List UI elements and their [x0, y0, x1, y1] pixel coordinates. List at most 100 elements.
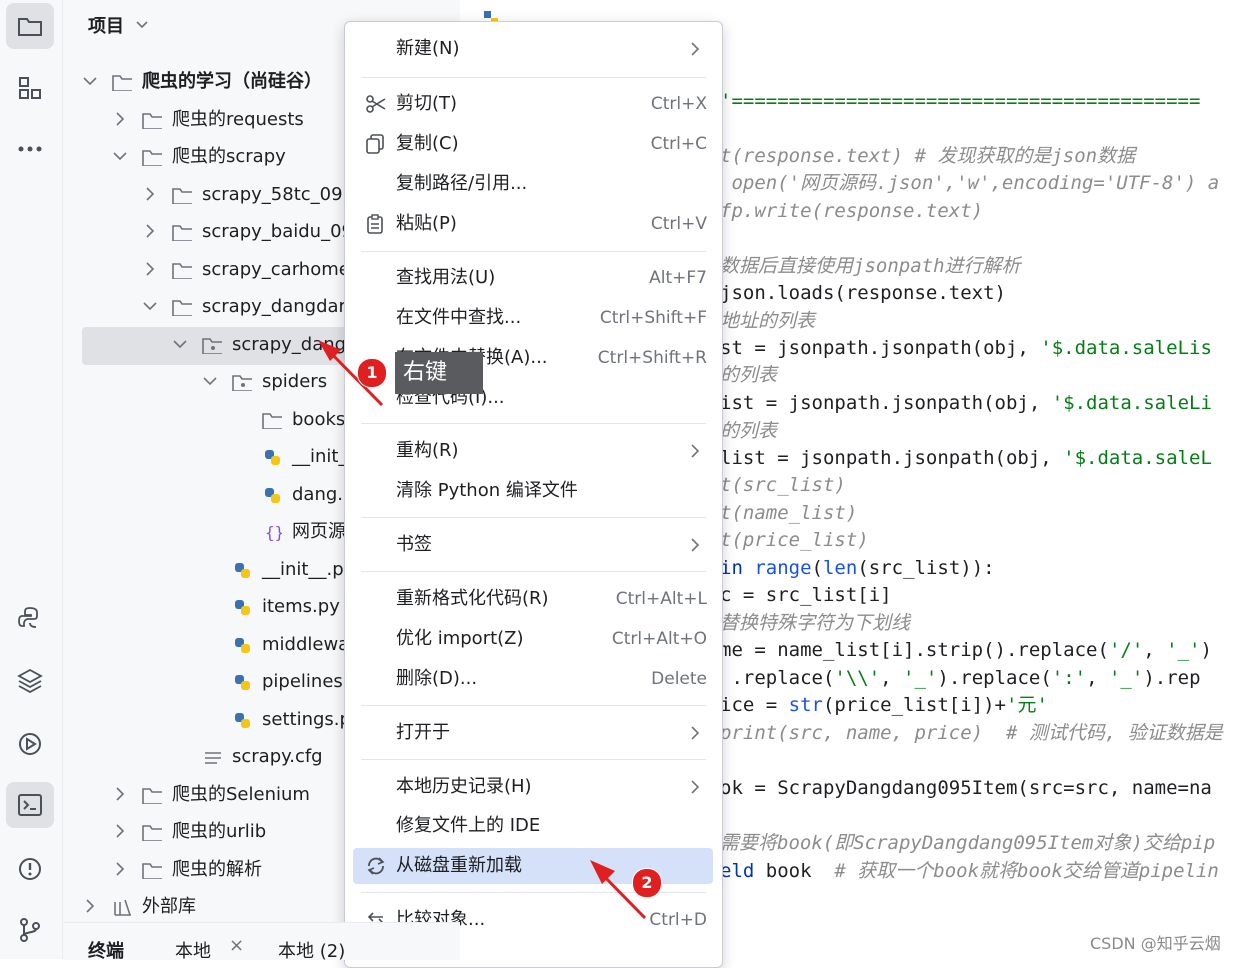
menu-item[interactable]: 复制(C) Ctrl+C — [353, 126, 713, 162]
folder-icon — [112, 75, 132, 91]
chevron-down-icon[interactable] — [112, 139, 128, 175]
structure-tool-button[interactable] — [6, 65, 54, 111]
chevron-down-icon[interactable] — [82, 64, 98, 100]
tree-node-label: 爬虫的urlib — [172, 821, 267, 842]
code-line: 需要将book(即ScrapyDangdang095Item对象)交给pip — [720, 832, 1216, 854]
menu-item-shortcut: Ctrl+Shift+R — [597, 348, 707, 368]
chevron-right-icon[interactable] — [112, 777, 128, 813]
menu-item[interactable]: 粘贴(P) Ctrl+V — [353, 206, 713, 242]
menu-item-label: 清除 Python 编译文件 — [396, 480, 578, 501]
menu-item[interactable]: 删除(D)... Delete — [353, 661, 713, 697]
menu-item[interactable]: 优化 import(Z) Ctrl+Alt+O — [353, 621, 713, 657]
terminal-tab-local-2[interactable]: 本地 (2) — [278, 937, 345, 963]
submenu-arrow-icon — [691, 538, 700, 552]
project-panel-title[interactable]: 项目 — [88, 12, 124, 38]
code-line: 数据后直接使用jsonpath进行解析 — [720, 255, 1021, 277]
problems-tool-button[interactable] — [6, 846, 54, 892]
chevron-down-icon[interactable] — [202, 364, 218, 400]
tree-node-label: 网页源 — [292, 521, 346, 542]
tree-node-label: scrapy_carhome — [202, 259, 350, 280]
python-file-icon — [235, 638, 250, 653]
tree-node-label: 爬虫的requests — [172, 109, 304, 130]
code-line: ice = str(price_list[i])+'元' — [720, 694, 1048, 716]
menu-item-shortcut: Ctrl+Alt+O — [611, 629, 707, 649]
chevron-right-icon[interactable] — [142, 252, 158, 288]
tree-node-label: spiders — [262, 371, 328, 392]
config-file-icon — [205, 752, 221, 764]
structure-icon — [19, 77, 41, 99]
menu-separator — [361, 759, 706, 760]
tree-node-label: __init_ — [292, 446, 348, 467]
folder-icon — [172, 300, 192, 316]
chevron-right-icon[interactable] — [112, 814, 128, 850]
project-tool-button[interactable] — [6, 3, 54, 49]
menu-separator — [361, 423, 706, 424]
menu-item-label: 粘贴(P) — [396, 213, 457, 234]
services-tool-button[interactable] — [6, 721, 54, 767]
python-file-icon — [235, 563, 250, 578]
menu-item[interactable]: 打开于 — [353, 715, 713, 751]
tree-node-label: scrapy_dang — [232, 334, 347, 355]
tree-node-label: scrapy.cfg — [232, 746, 323, 767]
tree-node-label: books — [292, 409, 346, 430]
chevron-right-icon[interactable] — [142, 177, 158, 213]
menu-item-label: 打开于 — [396, 722, 450, 743]
chevron-down-icon[interactable] — [142, 289, 158, 325]
menu-item[interactable]: 重新格式化代码(R) Ctrl+Alt+L — [353, 581, 713, 617]
menu-item-shortcut: Ctrl+Alt+L — [615, 589, 707, 609]
tree-node-label: 爬虫的学习（尚硅谷） — [142, 71, 322, 92]
code-line: in range(len(src_list)): — [720, 557, 995, 579]
menu-item[interactable]: 重构(R) — [353, 433, 713, 469]
chevron-down-icon[interactable] — [172, 327, 188, 363]
terminal-tool-button[interactable] — [6, 782, 54, 828]
copy-icon — [366, 134, 384, 154]
tree-node-label: __init__.py — [262, 559, 355, 580]
code-line: eld book # 获取一个book就将book交给管道pipelin — [720, 860, 1219, 882]
menu-item[interactable]: 本地历史记录(H) — [353, 769, 713, 805]
code-line: ist = jsonpath.jsonpath(obj, '$.data.sal… — [720, 392, 1212, 414]
close-tab-icon[interactable]: × — [229, 935, 244, 956]
chevron-right-icon[interactable] — [142, 214, 158, 250]
menu-item[interactable]: 查找用法(U) Alt+F7 — [353, 260, 713, 296]
menu-item-shortcut: Ctrl+X — [650, 94, 707, 114]
menu-item-label: 修复文件上的 IDE — [396, 815, 541, 836]
git-branch-icon — [20, 918, 40, 942]
python-file-icon — [265, 450, 280, 465]
code-line: ok = ScrapyDangdang095Item(src=src, name… — [720, 777, 1212, 799]
paste-icon — [367, 214, 383, 234]
folder-icon — [172, 263, 192, 279]
step-2-badge: 2 — [632, 868, 662, 898]
menu-item-shortcut: Ctrl+C — [650, 134, 707, 154]
menu-item[interactable]: 在文件中查找... Ctrl+Shift+F — [353, 300, 713, 336]
menu-separator — [361, 251, 706, 252]
menu-item[interactable]: 书签 — [353, 527, 713, 563]
code-line: t(response.text) # 发现获取的是json数据 — [720, 145, 1136, 167]
code-line: 的列表 — [720, 420, 778, 442]
step-1-badge: 1 — [357, 358, 387, 388]
menu-separator — [361, 705, 706, 706]
chevron-right-icon[interactable] — [112, 102, 128, 138]
menu-item-shortcut: Delete — [651, 669, 707, 689]
menu-item[interactable]: 复制路径/引用... — [353, 166, 713, 202]
terminal-icon — [18, 794, 42, 816]
submenu-arrow-icon — [691, 444, 700, 458]
code-line: c = src_list[i] — [720, 584, 892, 606]
menu-item[interactable]: 修复文件上的 IDE — [353, 808, 713, 844]
menu-item[interactable]: 清除 Python 编译文件 — [353, 473, 713, 509]
python-icon — [18, 607, 38, 628]
submenu-arrow-icon — [691, 780, 700, 794]
terminal-title[interactable]: 终端 — [88, 937, 124, 963]
python-console-button[interactable] — [6, 595, 54, 641]
layers-tool-button[interactable] — [6, 657, 54, 703]
git-tool-button[interactable] — [6, 907, 54, 953]
chevron-down-icon[interactable] — [135, 20, 149, 30]
code-line: me = name_list[i].strip().replace('/', '… — [720, 639, 1212, 661]
folder-icon — [142, 150, 162, 166]
chevron-right-icon[interactable] — [82, 889, 98, 925]
menu-item[interactable]: 剪切(T) Ctrl+X — [353, 86, 713, 122]
menu-item[interactable]: 新建(N) — [353, 31, 713, 67]
menu-item-label: 复制(C) — [396, 133, 459, 154]
terminal-tab-local[interactable]: 本地 — [175, 937, 211, 963]
more-tools-button[interactable] — [6, 126, 54, 172]
chevron-right-icon[interactable] — [112, 852, 128, 888]
